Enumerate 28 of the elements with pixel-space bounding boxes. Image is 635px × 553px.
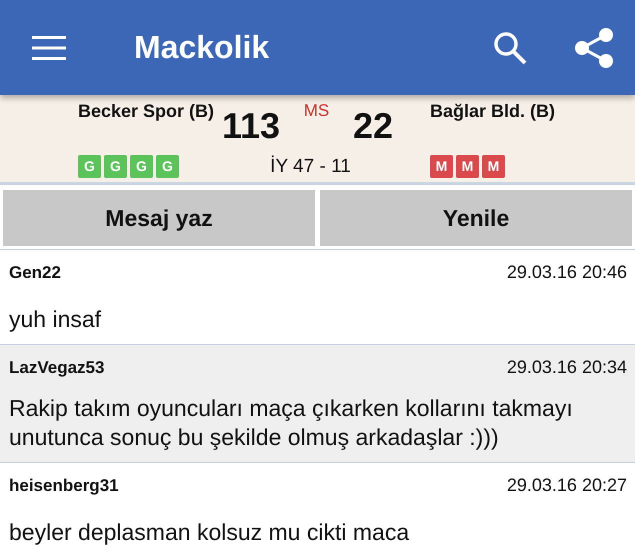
action-button[interactable]: Yenile: [320, 190, 632, 246]
comment-username: heisenberg31: [9, 476, 119, 496]
form-badge: M: [456, 155, 479, 178]
form-badge: G: [78, 155, 101, 178]
match-status: MS: [304, 101, 330, 121]
search-icon[interactable]: [493, 30, 527, 64]
app-title: Mackolik: [134, 29, 270, 66]
form-badge: G: [130, 155, 153, 178]
form-badge: M: [482, 155, 505, 178]
half-time-score: İY 47 - 11: [269, 156, 352, 178]
comment-username: Gen22: [9, 263, 61, 283]
comment-text: Rakip takım oyuncuları maça çıkarken kollarını takmayı unutunca sonuç bu şekilde olmuş arkadaşlar :))): [9, 394, 574, 452]
form-badge: G: [156, 155, 179, 178]
menu-icon[interactable]: [32, 36, 66, 60]
home-team-name: Becker Spor (B): [78, 101, 216, 122]
comment-time: 29.03.16 20:46: [506, 262, 627, 283]
comment-username: LazVegaz53: [9, 358, 104, 378]
form-badge: M: [430, 155, 453, 178]
comment-time: 29.03.16 20:34: [506, 357, 627, 378]
comment-time: 29.03.16 20:27: [506, 475, 627, 496]
away-team-name: Bağlar Bld. (B): [430, 101, 556, 122]
comment-text: yuh insaf: [9, 305, 102, 334]
away-score: 22: [352, 105, 393, 147]
form-badge: G: [104, 155, 127, 178]
comment-text: beyler deplasman kolsuz mu cikti maca: [9, 518, 410, 547]
home-score: 113: [222, 105, 280, 147]
action-button[interactable]: Mesaj yaz: [3, 190, 315, 246]
share-icon[interactable]: [573, 26, 615, 68]
